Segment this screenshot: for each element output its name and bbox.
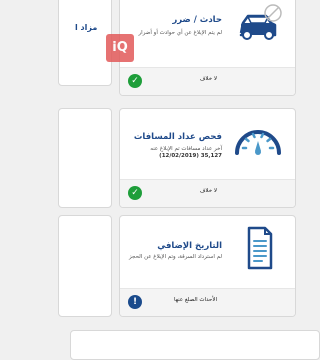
check-icon: ✓ bbox=[128, 186, 142, 200]
status-text: الأحداث الصلغ عنها bbox=[173, 297, 217, 303]
card-title: فحص عداد المسافات bbox=[133, 132, 222, 142]
side-card-label: مزاد ا bbox=[75, 23, 98, 32]
card-description: آخر عداد مسافات تم الإبلاغ عنه bbox=[150, 146, 222, 152]
side-card-auction[interactable]: مزاد ا bbox=[58, 0, 112, 86]
card-title: التاريخ الإضافي bbox=[157, 241, 222, 251]
status-text: لا خلاف bbox=[199, 76, 217, 82]
status-text: لا خلاف bbox=[199, 188, 217, 194]
card-title: حادث / ضرر bbox=[172, 15, 222, 25]
card-description: لم يتم الإبلاغ عن أي حوادث أو أضرار bbox=[138, 30, 222, 36]
card-accident-damage[interactable]: حادث / ضرر لم يتم الإبلاغ عن أي حوادث أو… bbox=[119, 0, 296, 96]
odometer-reading: 35,127 (12/02/2019) bbox=[159, 153, 222, 159]
document-icon bbox=[239, 224, 279, 270]
card-footer: لا خلاف ✓ bbox=[120, 179, 295, 207]
card-footer: الأحداث الصلغ عنها ! bbox=[120, 288, 295, 316]
card-additional-history[interactable]: التاريخ الإضافي لم استرداد السرقة، وتم ا… bbox=[119, 215, 296, 317]
next-card bbox=[70, 330, 320, 360]
odometer-icon bbox=[233, 121, 283, 165]
card-footer: لا خلاف ✓ bbox=[120, 67, 295, 95]
card-odometer-check[interactable]: فحص عداد المسافات آخر عداد مسافات تم الإ… bbox=[119, 108, 296, 208]
car-damage-icon bbox=[233, 3, 283, 47]
side-card-2 bbox=[58, 108, 112, 208]
card-description: لم استرداد السرقة، وتم الإبلاغ عن الحجز bbox=[129, 254, 222, 260]
check-icon: ✓ bbox=[128, 74, 142, 88]
side-card-3 bbox=[58, 215, 112, 317]
info-icon: ! bbox=[128, 295, 142, 309]
iq-logo: iQ bbox=[106, 34, 134, 62]
logo-text: iQ bbox=[112, 40, 128, 55]
